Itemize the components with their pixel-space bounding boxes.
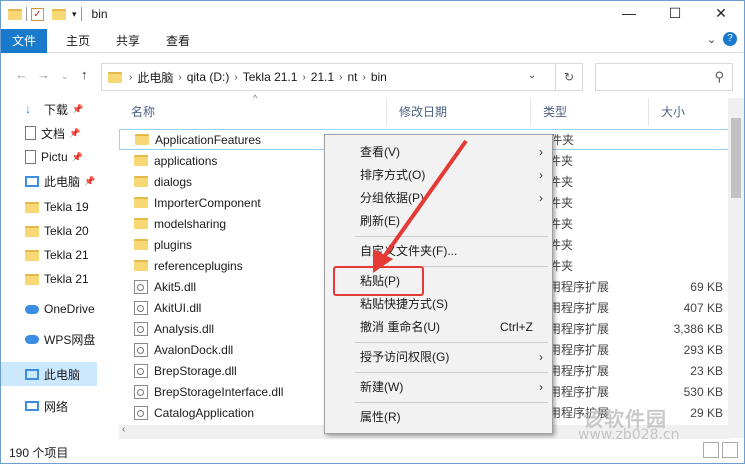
arrow-shaft xyxy=(379,139,468,263)
arrow-head xyxy=(373,249,393,273)
explorer-window: ✓ ▾ bin — ☐ ✕ 文件 主页 共享 查看 ⌄ ? ← → ⌄ ↑ › … xyxy=(0,0,745,464)
red-arrow xyxy=(373,139,468,273)
